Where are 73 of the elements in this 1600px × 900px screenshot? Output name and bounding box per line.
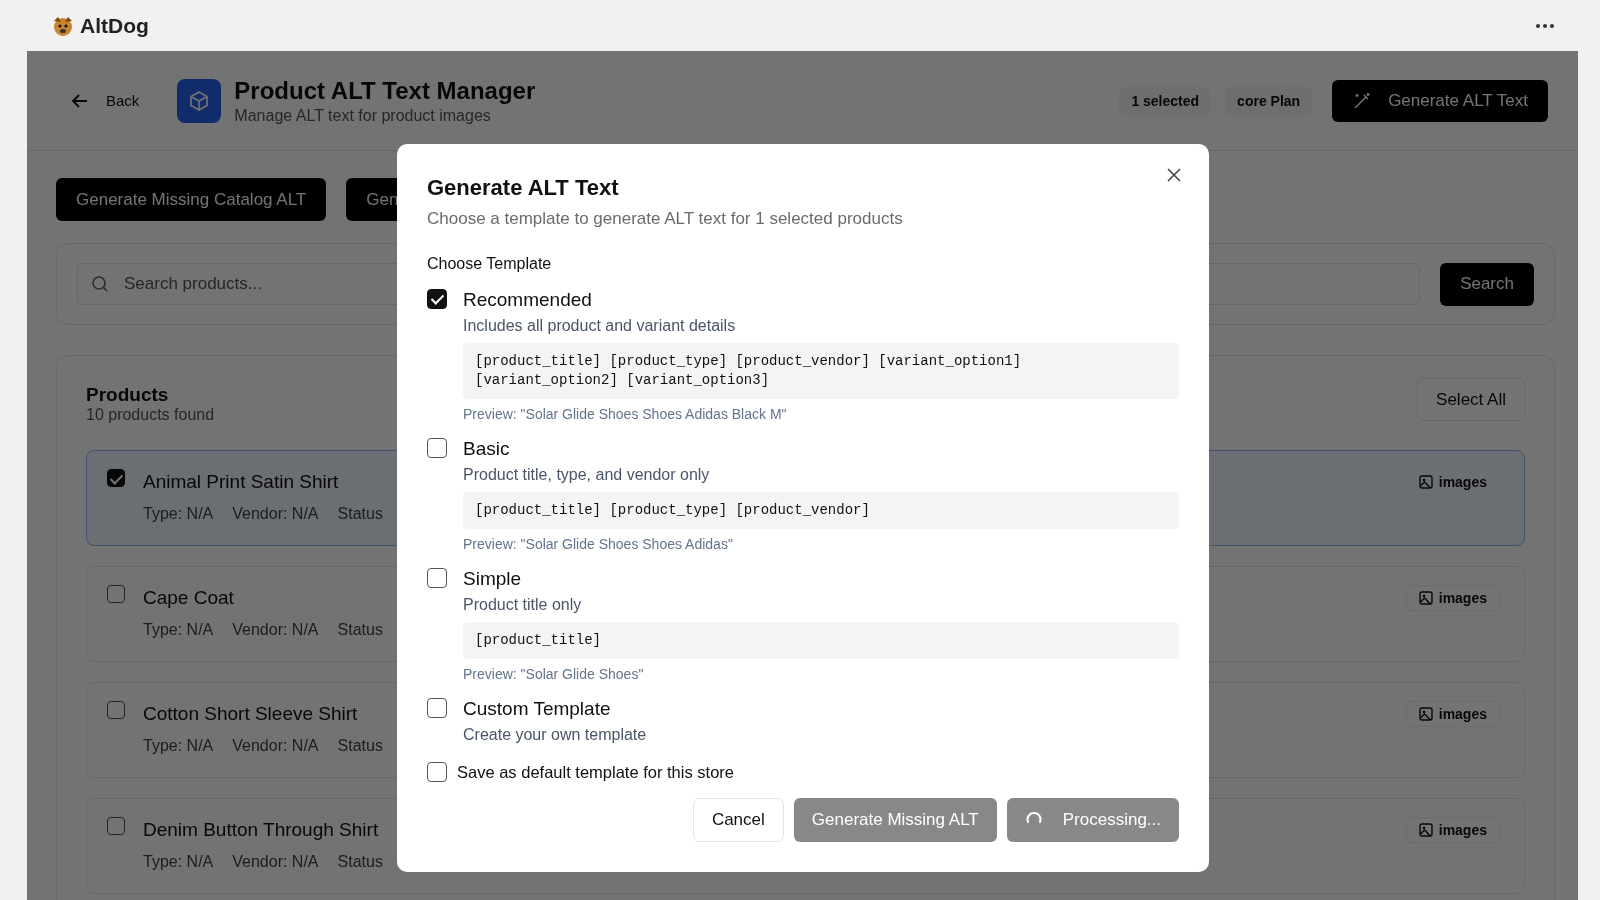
images-badge: images	[1405, 469, 1500, 495]
checkbox[interactable]	[427, 568, 447, 588]
image-icon	[1418, 823, 1433, 837]
products-title: Products	[86, 384, 170, 406]
template-preview: Preview: "Solar Glide Shoes Shoes Adidas"	[463, 536, 734, 552]
product-meta: Vendor: N/A	[232, 853, 319, 871]
product-meta: Type: N/A	[143, 505, 214, 523]
arrow-left-icon	[72, 93, 88, 108]
checkbox[interactable]	[107, 817, 125, 835]
images-badge: images	[1405, 817, 1500, 843]
back-button[interactable]: Back	[72, 92, 140, 109]
product-meta: Status	[337, 853, 383, 871]
template-pattern: [product_title]	[463, 622, 1179, 659]
product-name: Denim Button Through Shirt	[143, 819, 379, 841]
template-description: Create your own template	[463, 726, 648, 744]
product-meta: Status	[337, 621, 383, 639]
template-description: Product title only	[463, 596, 583, 614]
product-meta: Status	[337, 737, 383, 755]
search-button[interactable]: Search	[1440, 262, 1534, 306]
image-icon	[1418, 475, 1433, 489]
selected-count: 1 selected	[1119, 86, 1212, 115]
checkbox[interactable]	[107, 701, 125, 719]
more-icon[interactable]	[1536, 23, 1554, 28]
action-button[interactable]: Processing...	[1006, 798, 1179, 842]
checkbox[interactable]	[427, 438, 447, 458]
template-description: Includes all product and variant details	[463, 317, 737, 335]
product-name: Cotton Short Sleeve Shirt	[143, 703, 358, 725]
images-badge: images	[1405, 585, 1500, 611]
products-count: 10 products found	[86, 406, 215, 424]
product-meta: Vendor: N/A	[232, 621, 319, 639]
dog-logo-icon	[52, 14, 74, 37]
product-meta: Vendor: N/A	[232, 737, 319, 755]
product-name: Cape Coat	[143, 587, 234, 609]
page-subtitle: Manage ALT text for product images	[234, 106, 492, 125]
checkbox[interactable]	[427, 698, 447, 718]
template-name: Basic	[463, 438, 511, 460]
product-meta: Type: N/A	[143, 621, 214, 639]
close-icon	[1167, 168, 1181, 182]
select-all-button[interactable]: Select All	[1417, 378, 1525, 421]
template-pattern: [product_title] [product_type] [product_vendor]	[463, 492, 1179, 529]
template-preview: Preview: "Solar Glide Shoes"	[463, 666, 645, 682]
cancel-button[interactable]: Cancel	[692, 798, 784, 842]
checkbox[interactable]	[107, 469, 125, 487]
app-name: AltDog	[80, 13, 149, 38]
template-pattern: [product_title] [product_type] [product_vendor] [variant_option1] [variant_option2] [variant_option3]	[463, 343, 1179, 399]
product-meta: Status	[337, 505, 383, 523]
default-option-label: Save as default template for this store	[457, 762, 734, 782]
dialog-subtitle: Choose a template to generate ALT text for 1 selected products	[427, 209, 904, 229]
product-meta: Type: N/A	[143, 737, 214, 755]
template-preview: Preview: "Solar Glide Shoes Shoes Adidas Black M"	[463, 406, 788, 422]
product-meta: Vendor: N/A	[232, 505, 319, 523]
product-meta: Type: N/A	[143, 853, 214, 871]
image-icon	[1418, 707, 1433, 721]
dialog-title: Generate ALT Text	[427, 175, 620, 201]
action-button[interactable]: Generate Missing Catalog ALT	[56, 178, 327, 221]
template-description: Product title, type, and vendor only	[463, 466, 711, 484]
search-icon	[91, 275, 109, 293]
template-name: Recommended	[463, 289, 593, 311]
product-name: Animal Print Satin Shirt	[143, 471, 339, 493]
checkbox[interactable]	[427, 289, 447, 309]
checkbox[interactable]	[427, 762, 447, 782]
section-label: Choose Template	[427, 255, 553, 273]
template-name: Custom Template	[463, 698, 612, 720]
image-icon	[1418, 591, 1433, 605]
page-title: Product ALT Text Manager	[234, 76, 536, 105]
plan-badge: core Plan	[1225, 86, 1313, 115]
template-name: Simple	[463, 568, 523, 590]
generate-alt-button[interactable]: Generate ALT Text	[1332, 79, 1548, 122]
magic-wand-icon	[1352, 90, 1373, 111]
action-button[interactable]: Generate Missing ALT	[793, 798, 997, 842]
images-badge: images	[1405, 701, 1500, 727]
box-icon	[177, 78, 222, 123]
checkbox[interactable]	[107, 585, 125, 603]
